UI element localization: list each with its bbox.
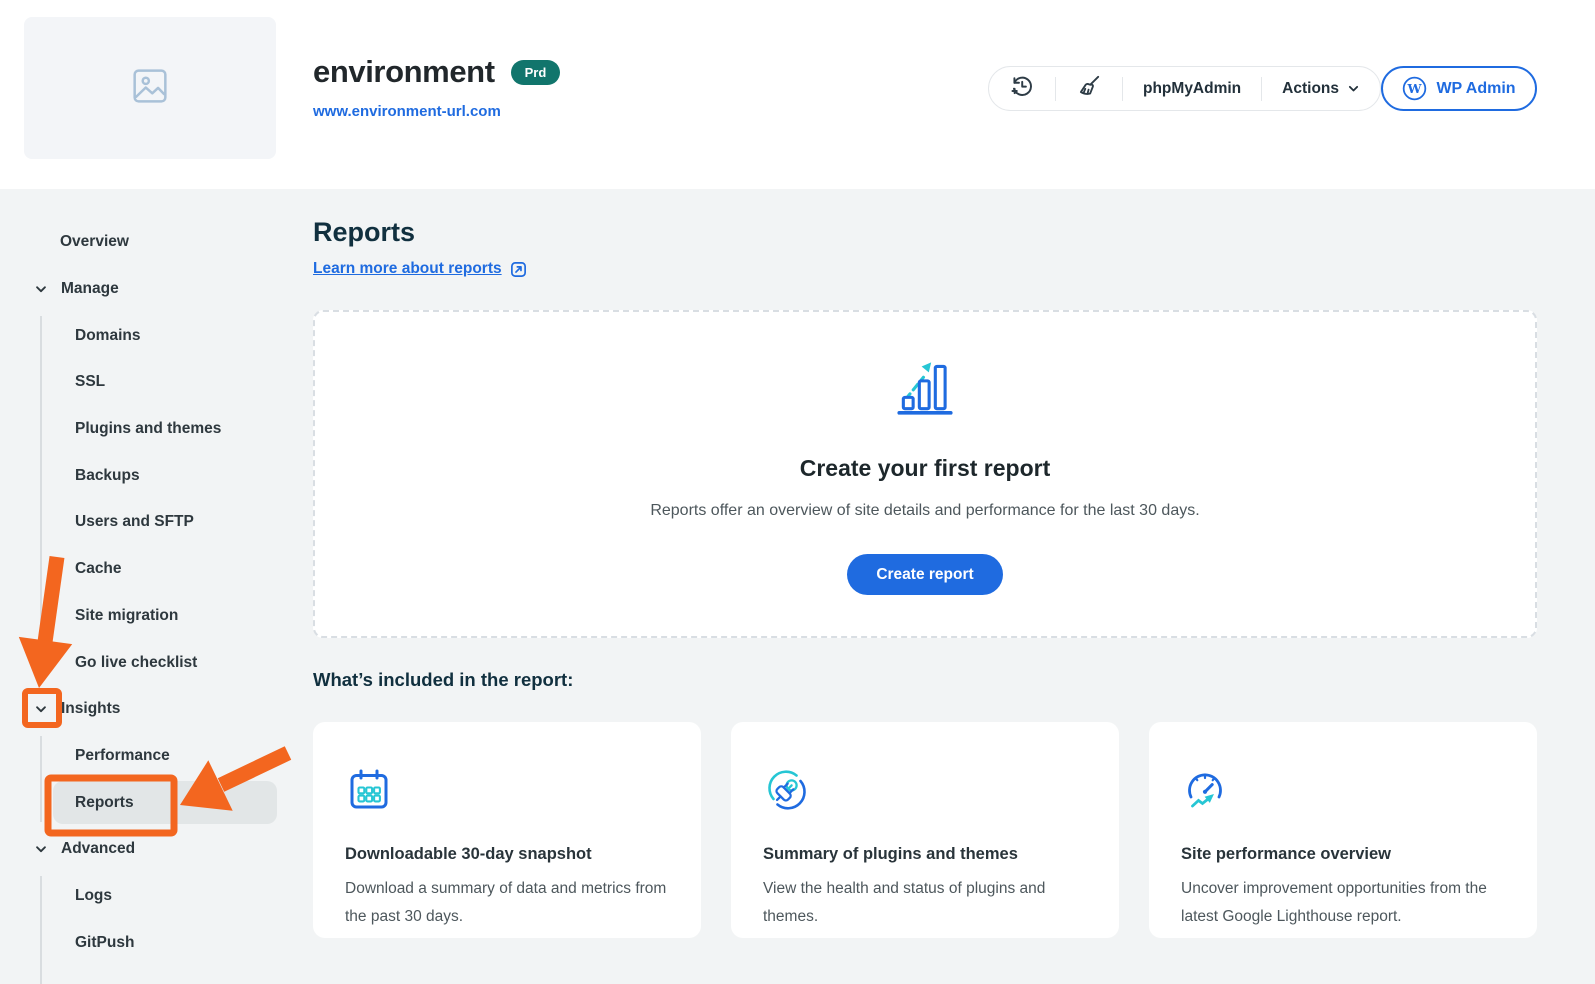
sidebar-item-label: Performance <box>75 747 170 765</box>
bar-chart-growth-icon <box>892 354 958 421</box>
calendar-icon <box>345 766 669 819</box>
sidebar-item-label: Manage <box>61 280 119 298</box>
sidebar-item-label: SSL <box>75 373 105 391</box>
environment-url-link[interactable]: www.environment-url.com <box>313 103 560 120</box>
sidebar-item-overview[interactable]: Overview <box>0 219 300 266</box>
speedometer-icon <box>1181 766 1505 819</box>
sidebar-item-domains[interactable]: Domains <box>0 312 300 359</box>
actions-label: Actions <box>1282 80 1339 98</box>
wordpress-logo-icon: W <box>1402 76 1427 101</box>
restore-history-icon <box>1009 73 1035 104</box>
environment-badge: Prd <box>511 60 561 85</box>
sidebar-item-performance[interactable]: Performance <box>0 733 300 780</box>
sidebar-item-label: Insights <box>61 700 120 718</box>
sidebar-group-manage[interactable]: Manage <box>0 266 300 313</box>
empty-state-description: Reports offer an overview of site detail… <box>650 502 1199 520</box>
sidebar-item-cache[interactable]: Cache <box>0 546 300 593</box>
sidebar-item-label: Cache <box>75 560 122 578</box>
sidebar-item-label: Backups <box>75 467 140 485</box>
sidebar-group-advanced[interactable]: Advanced <box>0 826 300 873</box>
sidebar-item-label: Go live checklist <box>75 654 197 672</box>
actions-dropdown-button[interactable]: Actions <box>1262 67 1380 110</box>
sidebar-item-label: Users and SFTP <box>75 513 194 531</box>
sidebar-item-label: Domains <box>75 327 140 345</box>
site-thumbnail <box>24 17 276 159</box>
sidebar-item-reports[interactable]: Reports <box>0 779 300 826</box>
sidebar-group-insights[interactable]: Insights <box>0 686 300 733</box>
card-description: View the health and status of plugins an… <box>763 875 1087 931</box>
sidebar-item-backups[interactable]: Backups <box>0 452 300 499</box>
environment-toolbar: phpMyAdmin Actions <box>988 66 1381 111</box>
chevron-down-icon[interactable] <box>34 842 48 856</box>
wp-admin-label: WP Admin <box>1436 80 1515 98</box>
image-placeholder-icon <box>127 63 173 114</box>
phpmyadmin-label: phpMyAdmin <box>1143 80 1241 98</box>
sidebar-item-ssl[interactable]: SSL <box>0 359 300 406</box>
external-link-icon <box>510 261 527 278</box>
environment-name: environment <box>313 54 495 90</box>
card-description: Uncover improvement opportunities from t… <box>1181 875 1505 931</box>
report-feature-cards: Downloadable 30-day snapshot Download a … <box>313 722 1537 938</box>
phpmyadmin-button[interactable]: phpMyAdmin <box>1123 67 1261 110</box>
card-description: Download a summary of data and metrics f… <box>345 875 669 931</box>
sidebar-item-label: Advanced <box>61 840 135 858</box>
sidebar-item-logs[interactable]: Logs <box>0 873 300 920</box>
sidebar-item-label: Plugins and themes <box>75 420 221 438</box>
create-report-empty-state: Create your first report Reports offer a… <box>313 310 1537 638</box>
sidebar-item-label: Site migration <box>75 607 178 625</box>
clear-cache-button[interactable] <box>1056 67 1122 110</box>
sidebar-item-plugins-and-themes[interactable]: Plugins and themes <box>0 406 300 453</box>
card-downloadable-snapshot: Downloadable 30-day snapshot Download a … <box>313 722 701 938</box>
environment-header: environment Prd www.environment-url.com <box>0 0 1595 189</box>
sidebar-item-label: Overview <box>60 233 129 251</box>
empty-state-heading: Create your first report <box>800 455 1051 482</box>
learn-more-link[interactable]: Learn more about reports <box>313 260 527 278</box>
chevron-down-icon <box>1347 82 1360 95</box>
sidebar-item-label: Logs <box>75 887 112 905</box>
sidebar-item-site-migration[interactable]: Site migration <box>0 593 300 640</box>
svg-text:W: W <box>1407 81 1423 96</box>
card-title: Summary of plugins and themes <box>763 845 1087 864</box>
environment-sidebar: Overview Manage Domains SSL Plugins and … <box>0 219 300 966</box>
card-site-performance-overview: Site performance overview Uncover improv… <box>1149 722 1537 938</box>
environment-title-block: environment Prd www.environment-url.com <box>313 54 560 120</box>
learn-more-label: Learn more about reports <box>313 260 502 278</box>
page-title: Reports <box>313 217 415 248</box>
chevron-down-icon[interactable] <box>34 282 48 296</box>
card-title: Site performance overview <box>1181 845 1505 864</box>
sidebar-item-label: Reports <box>75 794 134 812</box>
included-section-heading: What’s included in the report: <box>313 669 573 691</box>
sidebar-item-gitpush[interactable]: GitPush <box>0 919 300 966</box>
sidebar-item-go-live-checklist[interactable]: Go live checklist <box>0 639 300 686</box>
card-title: Downloadable 30-day snapshot <box>345 845 669 864</box>
sidebar-item-users-and-sftp[interactable]: Users and SFTP <box>0 499 300 546</box>
card-plugins-themes-summary: Summary of plugins and themes View the h… <box>731 722 1119 938</box>
sidebar-item-label: GitPush <box>75 934 134 952</box>
broom-icon <box>1076 73 1102 104</box>
wp-admin-button[interactable]: W WP Admin <box>1381 66 1537 111</box>
create-report-button[interactable]: Create report <box>847 554 1002 595</box>
chevron-down-icon[interactable] <box>34 702 48 716</box>
restore-backup-button[interactable] <box>989 67 1055 110</box>
plug-sync-icon <box>763 766 1087 819</box>
